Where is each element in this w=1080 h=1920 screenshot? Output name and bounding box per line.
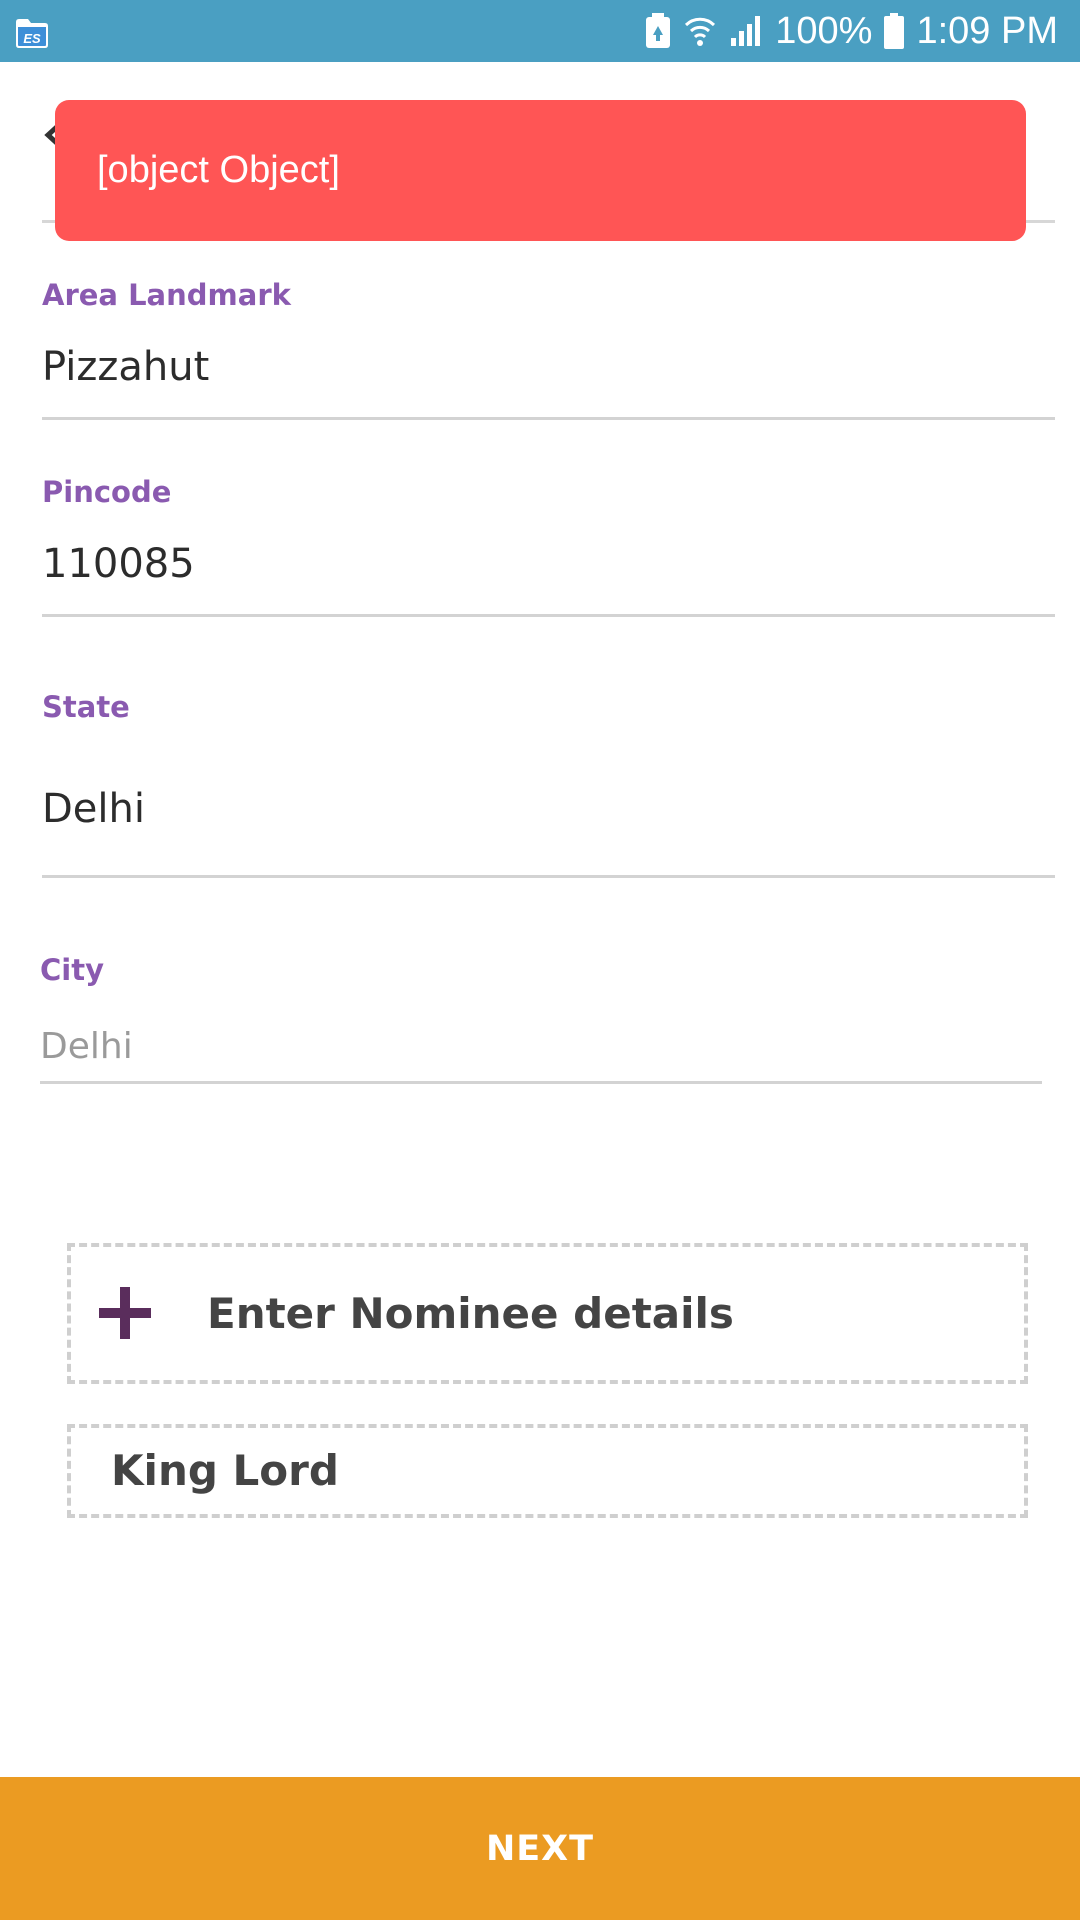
- area-landmark-underline: [42, 417, 1055, 420]
- city-label: City: [40, 953, 104, 987]
- battery-icon: [884, 13, 905, 49]
- area-landmark-label: Area Landmark: [42, 278, 291, 312]
- state-underline: [42, 875, 1055, 878]
- city-input[interactable]: Delhi: [40, 1026, 133, 1067]
- add-nominee-button[interactable]: Enter Nominee details: [67, 1243, 1028, 1384]
- battery-percent: 100%: [775, 9, 873, 52]
- status-time: 1:09 PM: [916, 9, 1058, 52]
- toast-message: [object Object]: [97, 149, 340, 191]
- area-landmark-field[interactable]: Area Landmark Pizzahut: [42, 275, 1055, 425]
- pincode-underline: [42, 614, 1055, 617]
- svg-text:ES: ES: [23, 31, 41, 46]
- pincode-input[interactable]: 110085: [42, 541, 195, 587]
- wifi-icon: [685, 17, 716, 46]
- next-button-label: NEXT: [485, 1828, 595, 1869]
- error-toast[interactable]: [object Object]: [55, 100, 1026, 241]
- pincode-field[interactable]: Pincode 110085: [42, 472, 1055, 622]
- city-field[interactable]: City Delhi: [40, 950, 1053, 1086]
- add-nominee-label: Enter Nominee details: [207, 1289, 734, 1338]
- nominee-card[interactable]: King Lord: [67, 1424, 1028, 1518]
- status-bar: ES 100% 1:09 PM: [0, 0, 1080, 62]
- state-label: State: [42, 690, 130, 724]
- nominee-name: King Lord: [111, 1446, 339, 1495]
- es-file-explorer-icon: ES: [16, 19, 48, 48]
- signal-icon: [731, 16, 761, 46]
- state-selected-value[interactable]: Delhi: [42, 786, 145, 832]
- state-dropdown[interactable]: State Delhi: [42, 687, 1055, 882]
- next-button[interactable]: NEXT: [0, 1777, 1080, 1920]
- battery-saver-icon: [646, 13, 671, 48]
- plus-icon: [99, 1287, 151, 1339]
- pincode-label: Pincode: [42, 475, 172, 509]
- area-landmark-input[interactable]: Pizzahut: [42, 344, 209, 390]
- city-underline: [40, 1081, 1042, 1084]
